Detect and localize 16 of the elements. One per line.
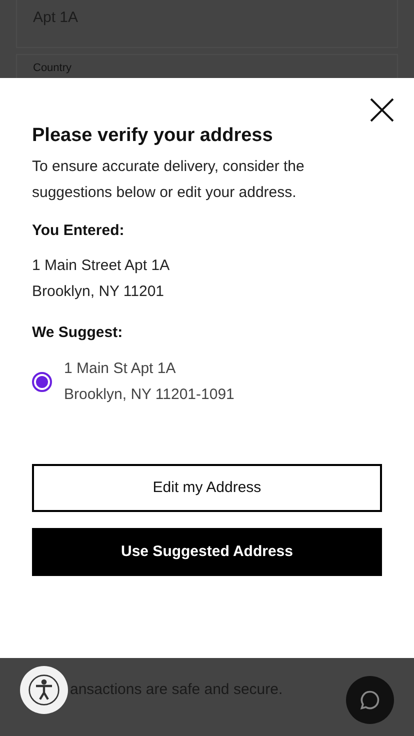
secondary-button[interactable]: Edit my Address (32, 464, 382, 512)
accessibility-icon (28, 674, 60, 706)
close-icon[interactable] (370, 98, 394, 122)
accessibility-button[interactable] (20, 666, 68, 714)
radio-button[interactable] (32, 372, 52, 392)
chat-button[interactable] (346, 676, 394, 724)
address-line: Brooklyn, NY 11201 (32, 282, 166, 302)
speech-bubble-icon (359, 689, 381, 711)
section-heading: We Suggest: (32, 322, 124, 342)
dialog-title: Please verify your address (32, 124, 274, 148)
address-line: Brooklyn, NY 11201-1091 (64, 385, 234, 405)
section-heading: You Entered: (32, 221, 126, 241)
dialog-message: To ensure accurate delivery, consider the suggestions below or edit your address. (32, 157, 306, 203)
address-line: 1 Main St Apt 1A (64, 359, 177, 379)
primary-button[interactable]: Use Suggested Address (32, 528, 382, 576)
address-line: 1 Main Street Apt 1A (32, 256, 171, 276)
